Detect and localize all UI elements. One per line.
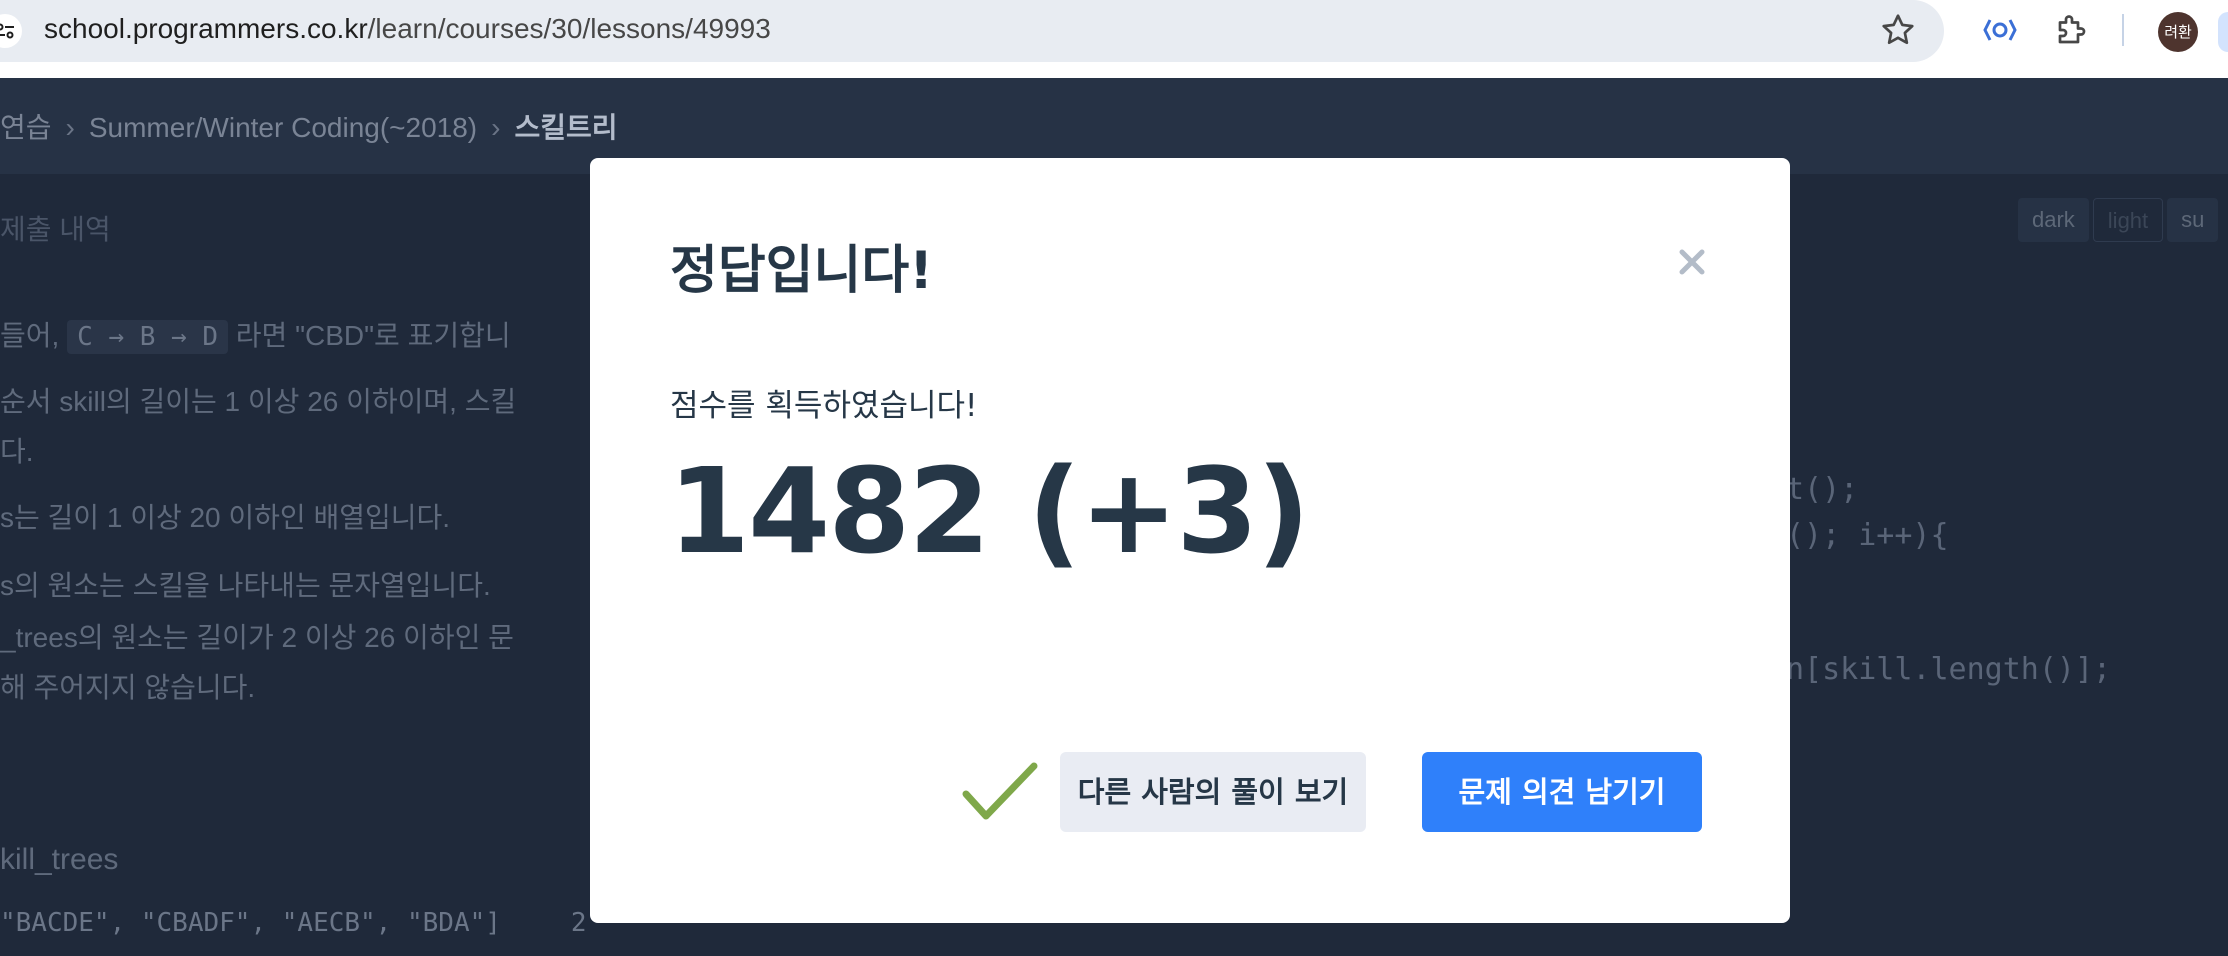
devtools-extension-icon[interactable] xyxy=(1982,14,2018,46)
url-path: /learn/courses/30/lessons/49993 xyxy=(367,13,771,44)
theme-toggle: dark light su xyxy=(2018,198,2222,242)
code-line[interactable]: n[skill.length()]; xyxy=(1786,652,2111,687)
score-caption: 점수를 획득하였습니다! xyxy=(670,388,978,424)
browser-toolbar: school.programmers.co.kr/learn/courses/3… xyxy=(0,0,2228,78)
code-line[interactable]: (); i++){ xyxy=(1786,518,1949,553)
score-value: 1482 (+3) xyxy=(668,442,1310,580)
view-other-solutions-button[interactable]: 다른 사람의 풀이 보기 xyxy=(1060,752,1366,832)
result-modal: 정답입니다! 점수를 획득하였습니다! 1482 (+3) 다른 사람의 풀이 … xyxy=(590,158,1790,923)
description-line: s는 길이 1 이상 20 이하인 배열입니다. xyxy=(0,502,451,533)
description-line: _trees의 원소는 길이가 2 이상 26 이하인 문 xyxy=(0,622,514,653)
toolbar-divider xyxy=(2122,14,2124,46)
modal-title: 정답입니다! xyxy=(670,241,933,301)
url-text[interactable]: school.programmers.co.kr/learn/courses/3… xyxy=(44,13,771,45)
table-row: "BACDE", "CBADF", "AECB", "BDA"] 2 xyxy=(0,908,587,938)
breadcrumb-item[interactable]: Summer/Winter Coding(~2018) xyxy=(89,112,477,143)
section-label: kill_trees xyxy=(0,843,119,876)
theme-light-button[interactable]: light xyxy=(2092,198,2164,242)
extensions-puzzle-icon[interactable] xyxy=(2054,12,2090,48)
chevron-right-icon: › xyxy=(65,112,75,143)
submit-history-tab[interactable]: 제출 내역 xyxy=(0,208,111,248)
description-line: 순서 skill의 길이는 1 이상 26 이하이며, 스킬 xyxy=(0,386,517,417)
table-cell: 2 xyxy=(570,908,587,938)
code-line[interactable]: t(); xyxy=(1786,472,1858,507)
description-text: 라면 "CBD"로 표기합니 xyxy=(235,320,511,351)
table-cell: "BACDE", "CBADF", "AECB", "BDA"] xyxy=(0,908,501,938)
inline-code: C → B → D xyxy=(67,320,228,354)
url-host: school.programmers.co.kr xyxy=(44,13,368,44)
description-line: 들어, C → B → D 라면 "CBD"로 표기합니 xyxy=(0,314,511,354)
breadcrumb: 연습 › Summer/Winter Coding(~2018) › 스킬트리 xyxy=(0,106,618,146)
theme-sub-button[interactable]: su xyxy=(2167,198,2219,242)
breadcrumb-current: 스킬트리 xyxy=(514,112,618,143)
check-icon xyxy=(962,762,1038,820)
description-line: 해 주어지지 않습니다. xyxy=(0,672,256,703)
side-panel-button[interactable] xyxy=(2218,12,2228,52)
chevron-right-icon: › xyxy=(491,112,501,143)
leave-feedback-button[interactable]: 문제 의견 남기기 xyxy=(1422,752,1702,832)
description-text: 들어, xyxy=(0,320,60,351)
description-line: s의 원소는 스킬을 나타내는 문자열입니다. xyxy=(0,570,491,601)
address-bar[interactable]: school.programmers.co.kr/learn/courses/3… xyxy=(0,0,1944,62)
description-line: 다. xyxy=(0,436,34,467)
site-info-icon[interactable] xyxy=(0,14,22,48)
theme-dark-button[interactable]: dark xyxy=(2018,198,2089,242)
breadcrumb-item[interactable]: 연습 xyxy=(0,112,52,143)
close-icon[interactable] xyxy=(1674,244,1710,280)
profile-avatar[interactable]: 려환 xyxy=(2158,12,2198,52)
star-icon[interactable] xyxy=(1880,12,1916,48)
